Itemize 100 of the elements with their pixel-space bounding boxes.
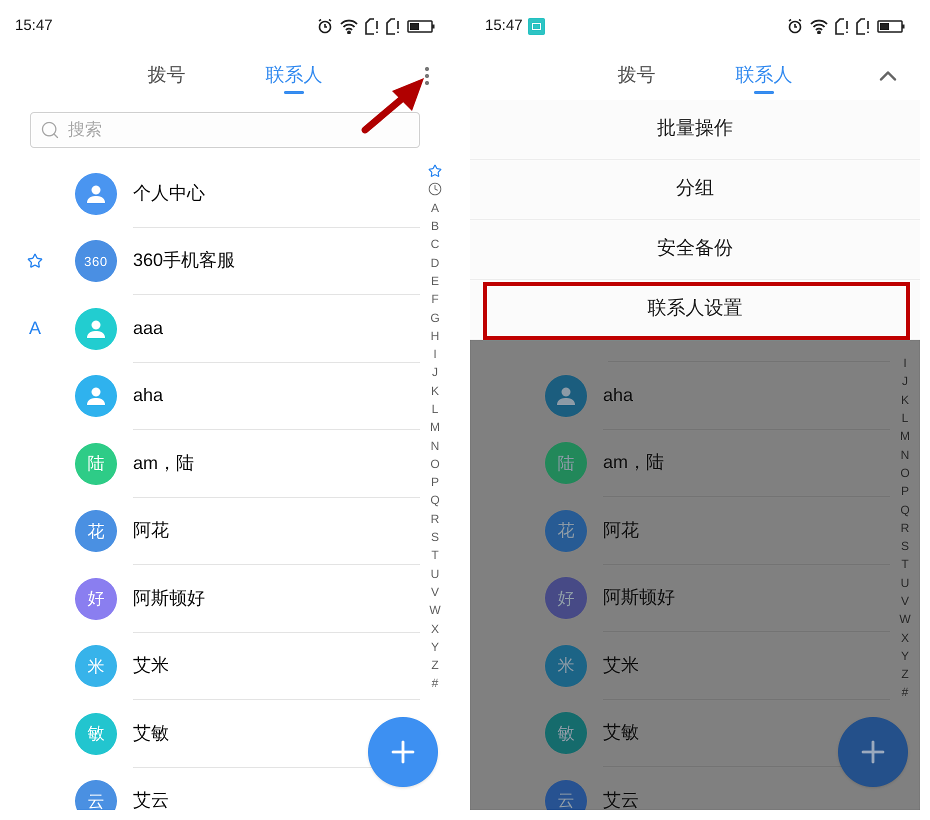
status-time: 15:47 (15, 16, 53, 36)
contact-name[interactable]: 艾云 (603, 786, 639, 810)
index-letter[interactable]: P (900, 485, 909, 498)
wifi-icon (340, 18, 358, 34)
index-letter[interactable]: A (430, 202, 439, 214)
index-letter[interactable]: V (430, 586, 439, 598)
index-letter[interactable]: D (430, 256, 440, 269)
index-letter[interactable]: M (430, 421, 440, 434)
index-letter[interactable]: I (903, 357, 907, 370)
contact-name[interactable]: 艾米 (133, 652, 169, 680)
index-letter[interactable]: B (430, 220, 439, 232)
index-letter[interactable]: L (902, 412, 908, 424)
index-letter[interactable]: W (429, 604, 441, 616)
tab[interactable]: 拨号 (148, 52, 186, 100)
favorites-index-icon[interactable] (428, 164, 442, 178)
status-time: 15:47 (485, 16, 523, 36)
index-letter[interactable]: N (430, 440, 440, 452)
contact-name[interactable]: 阿花 (133, 517, 169, 544)
index-letter[interactable]: O (430, 458, 440, 470)
index-letter[interactable]: T (901, 558, 909, 570)
menu-item[interactable]: 分组 (470, 160, 920, 220)
avatar: 米 (545, 644, 587, 687)
index-letter[interactable]: Q (900, 504, 910, 516)
wifi-icon (810, 18, 828, 34)
index-letter[interactable]: R (900, 522, 910, 534)
tab[interactable]: 联系人 (266, 52, 322, 100)
index-letter[interactable]: Z (901, 668, 909, 680)
menu-item[interactable]: 批量操作 (470, 100, 920, 160)
index-letter[interactable]: M (900, 430, 910, 442)
battery-icon (407, 20, 435, 32)
index-letter[interactable]: X (900, 632, 909, 644)
contact-name[interactable]: 艾云 (133, 787, 169, 810)
index-letter[interactable]: N (900, 448, 910, 461)
index-letter[interactable]: W (899, 613, 911, 626)
index-letter[interactable]: H (430, 330, 440, 342)
index-letter[interactable]: K (430, 384, 439, 397)
person-icon (556, 386, 576, 405)
avatar: 花 (75, 510, 117, 552)
contact-name[interactable]: 阿斯顿好 (133, 584, 205, 612)
index-letter[interactable]: J (432, 366, 438, 378)
index-letter[interactable]: U (430, 568, 440, 580)
contact-name[interactable]: 360手机客服 (133, 247, 236, 274)
contact-name[interactable]: 艾米 (603, 652, 639, 679)
index-letter[interactable]: E (430, 274, 439, 287)
search-icon (40, 120, 60, 140)
contact-name[interactable]: 艾敏 (603, 719, 639, 746)
index-letter[interactable]: I (433, 348, 437, 360)
contact-name[interactable]: aaa (133, 314, 164, 342)
avatar: 敏 (545, 712, 587, 754)
contact-name[interactable]: 艾敏 (133, 720, 169, 747)
menu-item[interactable]: 安全备份 (470, 220, 920, 280)
contact-name[interactable]: am，陆 (603, 449, 664, 476)
avatar: 米 (75, 645, 117, 688)
no-sim-icon (386, 18, 400, 34)
tab[interactable]: 拨号 (618, 52, 656, 100)
person-icon (86, 184, 106, 203)
index-letter[interactable]: X (430, 622, 439, 635)
index-letter[interactable]: U (900, 576, 910, 589)
index-letter[interactable]: Q (430, 494, 440, 506)
index-letter[interactable]: O (900, 466, 910, 479)
tab[interactable]: 联系人 (736, 52, 792, 100)
alarm-icon (317, 18, 333, 34)
index-letter[interactable]: P (430, 476, 439, 488)
index-letter[interactable]: G (430, 312, 440, 324)
recent-index-icon[interactable] (428, 182, 442, 196)
index-letter[interactable]: Y (900, 650, 909, 662)
contact-name[interactable]: 阿斯顿好 (603, 584, 675, 612)
index-letter[interactable]: R (430, 512, 440, 525)
avatar: 花 (545, 510, 587, 552)
avatar: 陆 (75, 442, 117, 485)
index-letter[interactable]: L (432, 403, 438, 415)
index-letter[interactable]: # (902, 686, 908, 698)
index-letter[interactable]: V (900, 595, 909, 607)
avatar: 云 (75, 780, 117, 810)
index-letter[interactable]: Z (431, 659, 439, 672)
contact-name[interactable]: 个人中心 (133, 180, 205, 207)
index-letter[interactable]: J (902, 375, 908, 388)
index-letter[interactable]: Y (430, 640, 439, 653)
person-icon (86, 387, 106, 406)
avatar: 好 (545, 577, 587, 620)
index-letter[interactable]: K (900, 394, 909, 406)
contact-name[interactable]: 阿花 (603, 516, 639, 544)
search-field[interactable]: 搜索 (30, 112, 420, 148)
star-icon (27, 253, 43, 270)
contact-name[interactable]: aha (603, 382, 634, 409)
index-letter[interactable]: F (431, 293, 439, 306)
avatar: 360 (75, 240, 117, 282)
no-sim-icon (365, 18, 379, 34)
index-letter[interactable]: # (432, 677, 438, 690)
index-letter[interactable]: C (430, 238, 440, 250)
no-sim-icon (856, 18, 870, 34)
avatar: 云 (545, 780, 587, 810)
index-letter[interactable]: T (431, 549, 439, 562)
avatar: 陆 (545, 442, 587, 484)
index-letter[interactable]: S (900, 540, 909, 552)
index-letter[interactable]: S (430, 531, 439, 544)
contact-name[interactable]: aha (133, 382, 164, 410)
section-letter: A (28, 317, 41, 340)
avatar: 好 (75, 578, 117, 620)
contact-name[interactable]: am，陆 (133, 450, 194, 477)
